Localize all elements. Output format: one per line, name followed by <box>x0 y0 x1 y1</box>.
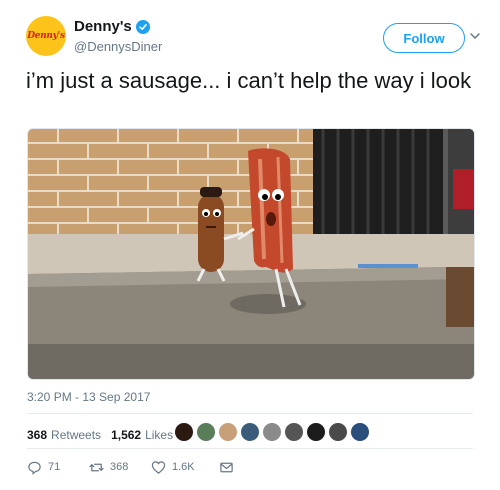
dennys-logo: Denny's <box>27 31 65 41</box>
like-action[interactable]: 1.6K <box>151 460 219 475</box>
tweet-text: i’m just a sausage... i can’t help the w… <box>26 68 472 93</box>
liker-avatar[interactable] <box>196 422 216 442</box>
account-info: Denny's @DennysDiner <box>74 18 162 54</box>
retweets-label: Retweets <box>51 428 102 442</box>
tweet-stats: 368 Retweets 1,562 Likes <box>27 425 183 445</box>
liker-avatars <box>174 422 372 442</box>
avatar[interactable]: Denny's <box>26 16 66 56</box>
chevron-down-icon[interactable] <box>469 30 481 42</box>
liker-avatar[interactable] <box>174 422 194 442</box>
retweets-count: 368 <box>27 428 48 442</box>
retweet-icon <box>89 463 104 471</box>
liker-avatar[interactable] <box>328 422 348 442</box>
retweet-count: 368 <box>110 461 129 473</box>
likes-count: 1,562 <box>111 428 142 442</box>
tweet-header: Denny's Denny's @DennysDiner Follow <box>20 14 480 60</box>
display-name[interactable]: Denny's <box>74 18 132 35</box>
follow-button[interactable]: Follow <box>383 23 465 53</box>
display-name-row[interactable]: Denny's <box>74 18 150 35</box>
like-count: 1.6K <box>172 461 195 473</box>
reply-icon <box>28 461 41 475</box>
divider <box>27 413 473 414</box>
reply-count: 71 <box>48 461 61 473</box>
divider <box>27 448 473 449</box>
liker-avatar[interactable] <box>262 422 282 442</box>
envelope-icon <box>220 462 233 472</box>
retweets-stat[interactable]: 368 Retweets <box>27 428 101 442</box>
liker-avatar[interactable] <box>218 422 238 442</box>
tweet-actions: 71 368 1.6K <box>27 457 234 477</box>
likes-stat[interactable]: 1,562 Likes <box>111 428 173 442</box>
retweet-action[interactable]: 368 <box>89 460 151 475</box>
likes-label: Likes <box>145 428 174 442</box>
liker-avatar[interactable] <box>350 422 370 442</box>
reply-action[interactable]: 71 <box>27 460 89 475</box>
heart-icon <box>151 460 166 474</box>
sausage-bacon-photo <box>28 129 474 379</box>
handle[interactable]: @DennysDiner <box>74 39 162 54</box>
tweet-timestamp[interactable]: 3:20 PM - 13 Sep 2017 <box>27 390 150 404</box>
liker-avatar[interactable] <box>284 422 304 442</box>
liker-avatar[interactable] <box>306 422 326 442</box>
tweet-photo[interactable] <box>27 128 475 380</box>
direct-message-action[interactable] <box>219 460 234 475</box>
liker-avatar[interactable] <box>240 422 260 442</box>
verified-badge-icon <box>135 19 150 34</box>
